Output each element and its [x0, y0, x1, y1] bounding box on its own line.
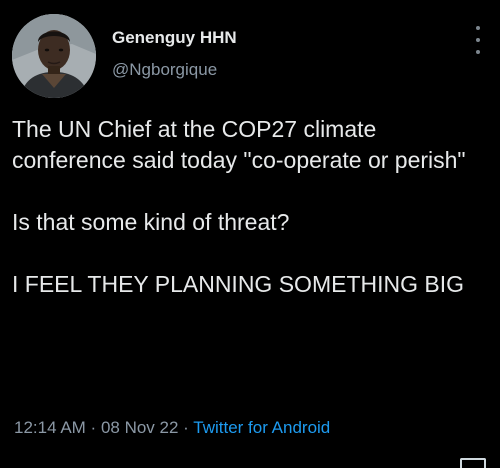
- more-vertical-icon[interactable]: [470, 26, 486, 54]
- tweet-paragraph: I FEEL THEY PLANNING SOMETHING BIG: [12, 271, 465, 297]
- dot: [476, 26, 480, 30]
- avatar[interactable]: [12, 14, 96, 98]
- username[interactable]: @Ngborgique: [112, 60, 217, 80]
- tweet-text: The UN Chief at the COP27 climate confer…: [12, 114, 488, 300]
- avatar-image: [12, 14, 96, 98]
- separator: ·: [85, 418, 101, 437]
- tweet-source-link[interactable]: Twitter for Android: [193, 418, 330, 437]
- display-name[interactable]: Genenguy HHN: [112, 28, 237, 48]
- tweet-time[interactable]: 12:14 AM: [14, 418, 86, 437]
- tweet-metadata: 12:14 AM · 08 Nov 22 · Twitter for Andro…: [14, 418, 330, 438]
- square-icon: [460, 458, 486, 468]
- tweet-paragraph: Is that some kind of threat?: [12, 209, 290, 235]
- dot: [476, 38, 480, 42]
- separator: ·: [178, 418, 194, 437]
- tweet-paragraph: The UN Chief at the COP27 climate confer…: [12, 116, 466, 173]
- dot: [476, 50, 480, 54]
- tweet-date[interactable]: 08 Nov 22: [101, 418, 179, 437]
